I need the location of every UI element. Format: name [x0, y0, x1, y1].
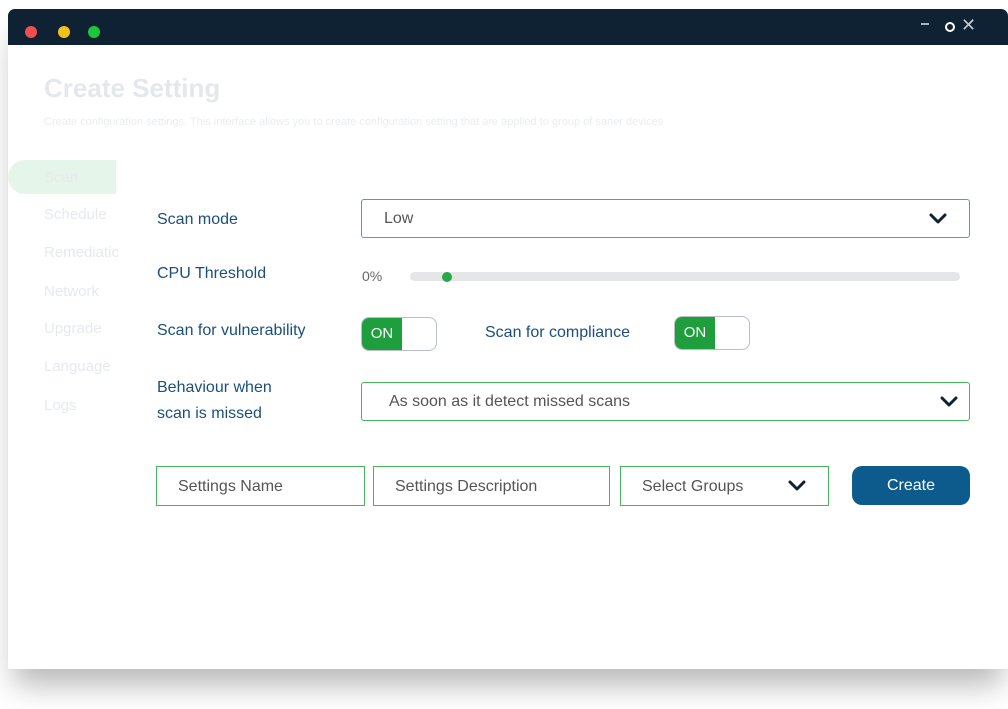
sidebar-item-remediation[interactable]: Remediation — [44, 244, 118, 261]
select-groups-dropdown[interactable]: Select Groups — [620, 466, 829, 506]
page-subtitle: Create configuration settings. This inte… — [44, 116, 664, 128]
chevron-down-icon — [940, 396, 958, 408]
behaviour-select[interactable]: As soon as it detect missed scans — [361, 382, 970, 421]
scan-mode-label: Scan mode — [157, 211, 238, 228]
create-button[interactable]: Create — [852, 466, 970, 505]
sidebar-item-scan[interactable]: Scan — [44, 169, 118, 186]
settings-name-placeholder: Settings Name — [178, 478, 283, 495]
sidebar-item-network[interactable]: Network — [44, 283, 118, 300]
scan-vulnerability-label: Scan for vulnerability — [157, 322, 306, 339]
settings-description-input[interactable]: Settings Description — [373, 466, 610, 506]
behaviour-value: As soon as it detect missed scans — [389, 393, 630, 410]
cpu-threshold-label: CPU Threshold — [157, 265, 267, 282]
app-window: ✕ Create Setting Create configuration se… — [8, 9, 1008, 669]
close-dot-icon[interactable] — [25, 26, 37, 38]
minimize-icon[interactable] — [921, 23, 929, 25]
zoom-dot-icon[interactable] — [88, 26, 100, 38]
toggle-on-state: ON — [675, 317, 715, 349]
settings-name-input[interactable]: Settings Name — [156, 466, 365, 506]
toggle-on-state: ON — [362, 318, 402, 350]
scan-compliance-label: Scan for compliance — [485, 324, 630, 341]
behaviour-label-line1: Behaviour when — [157, 379, 272, 396]
chevron-down-icon — [788, 480, 806, 492]
behaviour-label-line2: scan is missed — [157, 405, 262, 422]
scan-vulnerability-toggle[interactable]: ON — [361, 317, 437, 351]
sidebar-item-logs[interactable]: Logs — [44, 397, 118, 414]
select-groups-placeholder: Select Groups — [642, 478, 744, 495]
minimize-dot-icon[interactable] — [58, 26, 70, 38]
close-icon[interactable]: ✕ — [961, 16, 976, 34]
scan-compliance-toggle[interactable]: ON — [674, 316, 750, 350]
title-bar: ✕ — [8, 9, 1008, 45]
maximize-icon[interactable] — [945, 22, 955, 32]
chevron-down-icon — [929, 213, 947, 225]
cpu-threshold-value: 0% — [362, 268, 383, 284]
cpu-threshold-slider-track[interactable] — [410, 272, 960, 281]
sidebar-item-upgrade[interactable]: Upgrade — [44, 320, 118, 337]
cpu-threshold-slider-handle[interactable] — [442, 272, 452, 282]
scan-mode-value: Low — [384, 210, 414, 227]
scan-mode-select[interactable]: Low — [361, 199, 970, 238]
settings-description-placeholder: Settings Description — [395, 478, 538, 495]
sidebar-item-language[interactable]: Language — [44, 358, 118, 375]
sidebar-item-schedule[interactable]: Schedule — [44, 206, 118, 223]
page-title: Create Setting — [44, 73, 221, 103]
